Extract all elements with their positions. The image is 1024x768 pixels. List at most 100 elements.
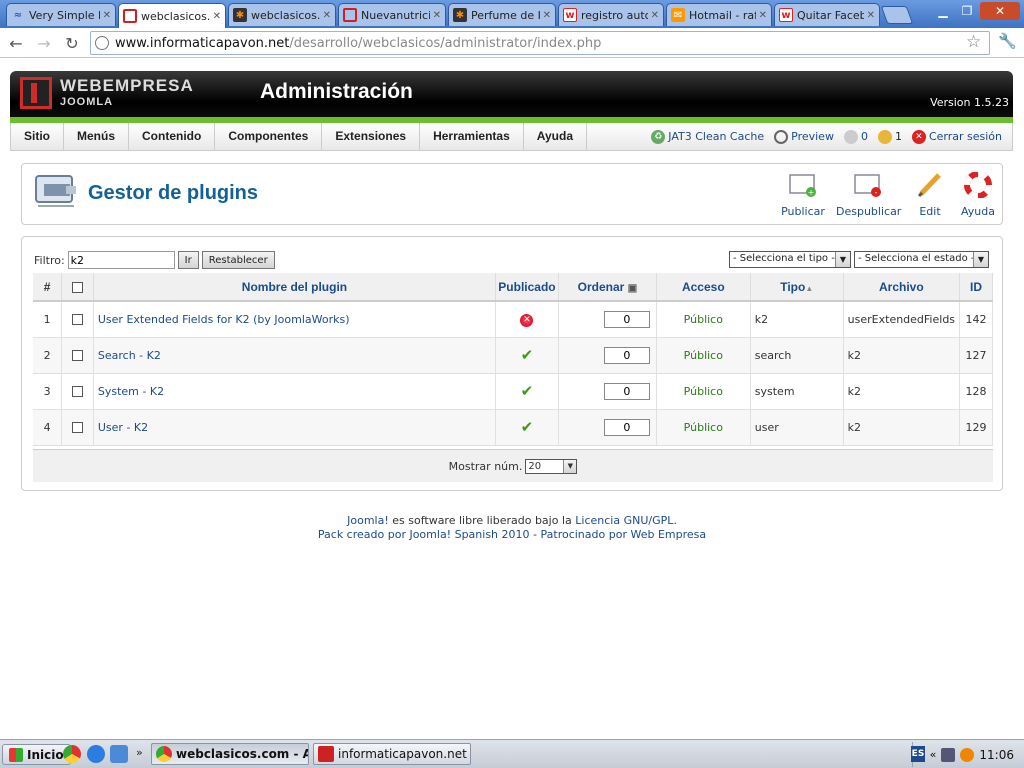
row-checkbox[interactable] (72, 386, 84, 397)
menu-componentes[interactable]: Componentes (215, 123, 323, 150)
header-name[interactable]: Nombre del plugin (93, 273, 497, 302)
access-link[interactable]: Público (684, 385, 723, 398)
close-icon[interactable]: ✕ (759, 10, 767, 21)
menu-ayuda[interactable]: Ayuda (524, 123, 588, 150)
unpublish-button[interactable]: - Despublicar (836, 172, 901, 218)
task-filezilla[interactable]: informaticapavon.net - i... (313, 743, 471, 765)
network-icon[interactable] (941, 747, 956, 762)
preview-label: Preview (791, 129, 834, 143)
order-input[interactable] (603, 418, 650, 436)
preview-link[interactable]: Preview (774, 129, 834, 144)
id-cell: 142 (959, 301, 993, 338)
header-access[interactable]: Acceso (656, 273, 751, 302)
header-order[interactable]: Ordenar ▣ (558, 273, 657, 302)
published-check-icon[interactable]: ✔ (521, 418, 534, 436)
task-webclasicos[interactable]: webclasicos.com - Ad... (151, 743, 309, 765)
menu-sitio[interactable]: Sitio (11, 123, 64, 150)
chevron-right-icon[interactable]: » (136, 746, 143, 759)
back-arrow-icon[interactable]: ← (6, 33, 26, 53)
pack-link[interactable]: Pack creado por Joomla! Spanish 2010 (318, 528, 530, 541)
language-indicator[interactable]: ES (911, 746, 925, 762)
type-select[interactable]: - Selecciona el tipo - ▼ (729, 251, 851, 268)
tab-quitar-facebook[interactable]: w Quitar Faceb ✕ (774, 3, 880, 26)
menu-contenido[interactable]: Contenido (129, 123, 216, 150)
access-link[interactable]: Público (684, 349, 723, 362)
published-check-icon[interactable]: ✔ (521, 346, 534, 364)
license-link[interactable]: Licencia GNU/GPL (575, 514, 673, 527)
plugin-name-link[interactable]: User Extended Fields for K2 (by JoomlaWo… (98, 313, 350, 326)
unpublished-x-icon[interactable]: ✕ (520, 313, 534, 327)
header-id[interactable]: ID (959, 273, 993, 302)
access-cell: Público (656, 373, 751, 410)
header-published[interactable]: Publicado (495, 273, 559, 302)
tab-perfume[interactable]: ✱ Perfume de I ✕ (448, 3, 556, 26)
avast-icon[interactable] (960, 747, 975, 762)
plugin-name-link[interactable]: User - K2 (98, 421, 148, 434)
explorer-icon[interactable] (110, 745, 128, 763)
close-icon[interactable]: ✕ (323, 10, 331, 21)
access-link[interactable]: Público (684, 421, 723, 434)
sponsor-link[interactable]: Patrocinado por Web Empresa (541, 528, 707, 541)
logout-link[interactable]: ✕ Cerrar sesión (911, 129, 1002, 144)
published-check-icon[interactable]: ✔ (521, 382, 534, 400)
close-icon[interactable]: ✕ (651, 10, 659, 21)
forward-arrow-icon[interactable]: → (34, 33, 54, 53)
windows-flag-icon (9, 747, 23, 762)
page-size-select[interactable]: 20 ▼ (525, 458, 578, 474)
clean-cache-link[interactable]: ♻ JAT3 Clean Cache (651, 129, 764, 144)
header-file[interactable]: Archivo (843, 273, 961, 302)
reload-icon[interactable]: ↻ (62, 33, 82, 53)
tab-webclasicos-active[interactable]: webclasicos. ✕ (118, 3, 226, 28)
restore-icon[interactable]: ❐ (956, 2, 978, 20)
close-window-icon[interactable]: ✕ (980, 2, 1020, 20)
tab-registro[interactable]: w registro autc ✕ (558, 3, 664, 26)
filter-input[interactable] (67, 251, 175, 269)
access-link[interactable]: Público (684, 313, 723, 326)
menu-menus[interactable]: Menús (64, 123, 130, 150)
bookmark-star-icon[interactable]: ☆ (966, 32, 981, 52)
ie-icon[interactable] (87, 745, 105, 763)
order-input[interactable] (603, 310, 650, 328)
tab-title: Quitar Faceb (797, 8, 864, 22)
plugin-name-link[interactable]: System - K2 (98, 385, 164, 398)
close-icon[interactable]: ✕ (433, 10, 441, 21)
joomla-icon: ✱ (233, 8, 247, 22)
tab-nuevanutricion[interactable]: Nuevanutrici ✕ (338, 3, 446, 26)
minimize-icon[interactable]: ▁ (932, 2, 954, 20)
sort-asc-icon: ▲ (805, 283, 814, 293)
tab-very-simple[interactable]: ≈ Very Simple I ✕ (6, 3, 116, 26)
close-icon[interactable]: ✕ (543, 10, 551, 21)
address-bar[interactable]: www.informaticapavon.net/desarrollo/webc… (90, 31, 990, 55)
select-all-checkbox[interactable] (72, 281, 84, 293)
menu-extensiones[interactable]: Extensiones (322, 123, 421, 150)
filter-go-button[interactable]: Ir (177, 251, 199, 269)
joomla-link[interactable]: Joomla! (347, 514, 389, 527)
chrome-icon[interactable] (63, 745, 81, 763)
filter-reset-button[interactable]: Restablecer (201, 251, 275, 269)
publish-button[interactable]: + Publicar (780, 172, 826, 218)
messages-link[interactable]: 0 (843, 129, 868, 144)
start-button[interactable]: Inicio (2, 744, 71, 765)
close-icon[interactable]: ✕ (867, 10, 875, 21)
tab-hotmail[interactable]: ✉ Hotmail - raf ✕ (666, 3, 772, 26)
save-order-icon[interactable]: ▣ (628, 283, 637, 294)
order-input[interactable] (603, 346, 650, 364)
edit-button[interactable]: Edit (910, 172, 950, 218)
order-input[interactable] (603, 382, 650, 400)
chevron-left-icon[interactable]: « (930, 748, 937, 761)
new-tab-button[interactable] (880, 6, 914, 24)
state-select[interactable]: - Selecciona el estado - ▼ (854, 251, 989, 268)
menu-herramientas[interactable]: Herramientas (420, 123, 524, 150)
header-type[interactable]: Tipo▲ (750, 273, 844, 302)
tab-webclasicos[interactable]: ✱ webclasicos. ✕ (228, 3, 336, 26)
wrench-icon[interactable]: 🔧 (998, 32, 1017, 50)
row-checkbox-cell (61, 373, 94, 410)
w-icon: w (779, 8, 793, 22)
row-checkbox[interactable] (72, 350, 84, 361)
plugin-name-link[interactable]: Search - K2 (98, 349, 161, 362)
close-icon[interactable]: ✕ (213, 11, 221, 22)
row-checkbox[interactable] (72, 422, 84, 433)
row-checkbox[interactable] (72, 314, 84, 326)
help-button[interactable]: Ayuda (958, 171, 998, 218)
close-icon[interactable]: ✕ (103, 10, 111, 21)
